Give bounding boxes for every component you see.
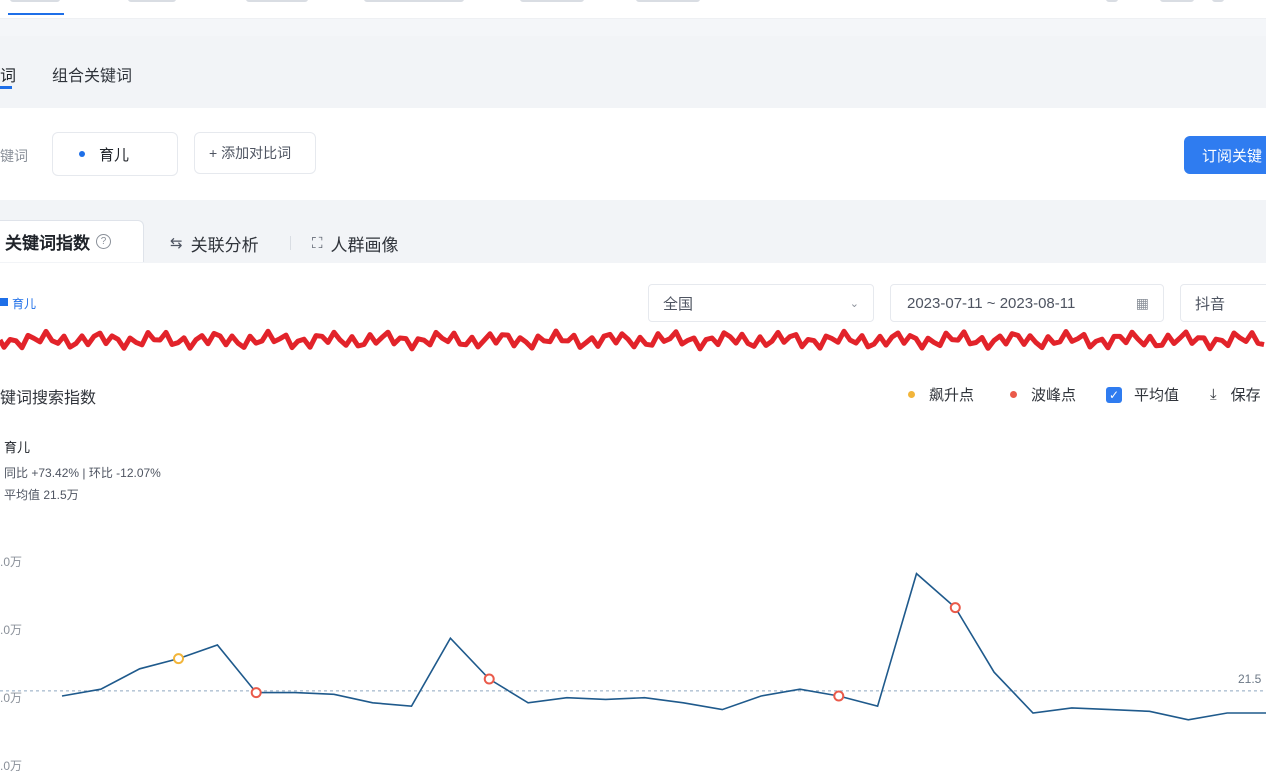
average-value-label: 21.5 bbox=[1238, 672, 1262, 686]
top-nav-item[interactable] bbox=[636, 0, 700, 2]
tab-keyword[interactable]: 词 bbox=[0, 62, 16, 86]
top-nav-item[interactable] bbox=[1106, 0, 1118, 2]
add-compare-keyword-button[interactable]: + 添加对比词 bbox=[194, 132, 316, 174]
keyword-panel: 键词 育儿 + 添加对比词 订阅关键 bbox=[0, 108, 1266, 200]
top-nav-item[interactable] bbox=[10, 0, 60, 2]
sub-tabs: 词 组合关键词 bbox=[0, 36, 1266, 108]
peak-point-marker[interactable] bbox=[949, 602, 961, 614]
peak-point-marker[interactable] bbox=[250, 687, 262, 699]
peak-point-marker[interactable] bbox=[833, 690, 845, 702]
top-nav-item[interactable] bbox=[128, 0, 176, 2]
keyword-chip-label: 育儿 bbox=[99, 146, 130, 164]
search-index-line-chart[interactable]: 21.5 bbox=[0, 200, 1266, 774]
keyword-label: 键词 bbox=[0, 148, 28, 164]
subscribe-keyword-button[interactable]: 订阅关键 bbox=[1184, 136, 1266, 174]
tab-combo-keyword[interactable]: 组合关键词 bbox=[52, 62, 132, 86]
top-nav-item[interactable] bbox=[520, 0, 584, 2]
top-nav-item[interactable] bbox=[246, 0, 308, 2]
tab-active-underline bbox=[0, 86, 12, 89]
series-line-yuer[interactable] bbox=[61, 572, 1266, 721]
rise-point-marker[interactable] bbox=[173, 653, 185, 665]
top-nav-item[interactable] bbox=[364, 0, 464, 2]
top-nav-active-indicator bbox=[8, 13, 64, 15]
peak-point-marker[interactable] bbox=[483, 673, 495, 685]
top-nav-item[interactable] bbox=[1212, 0, 1224, 2]
top-navigation bbox=[0, 0, 1266, 19]
keyword-color-dot bbox=[79, 151, 85, 157]
keyword-chip[interactable]: 育儿 bbox=[52, 132, 178, 176]
analysis-panel: 关键词指数 ? ⇆ 关联分析 ⛶ 人群画像 育儿 全国 ⌄ 2023-07-11… bbox=[0, 200, 1266, 774]
top-nav-item[interactable] bbox=[1160, 0, 1194, 2]
